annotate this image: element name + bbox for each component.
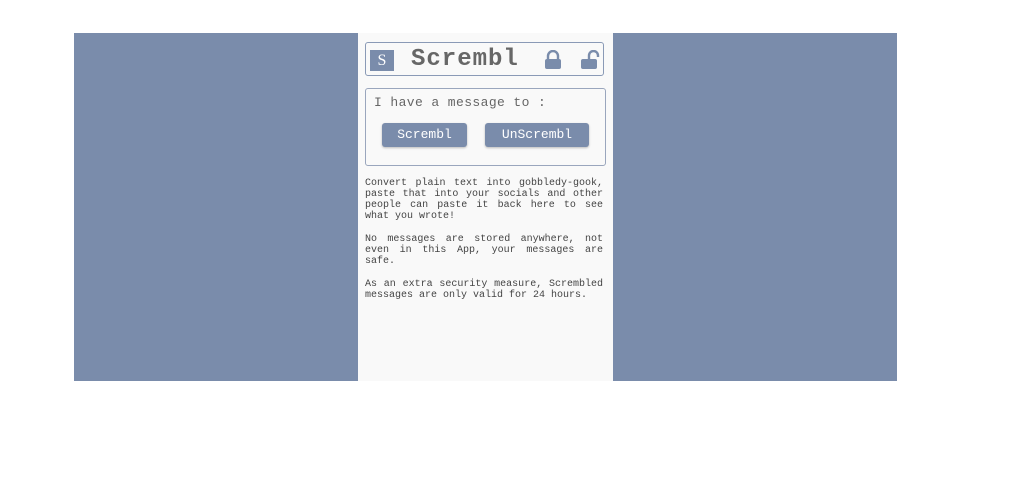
unlock-icon[interactable] bbox=[580, 50, 600, 70]
action-card: I have a message to : Scrembl UnScrembl bbox=[365, 88, 606, 166]
main-panel: S Scrembl I have a message to : Scrembl … bbox=[358, 33, 613, 381]
app-header: S Scrembl bbox=[365, 42, 604, 76]
scrembl-button[interactable]: Scrembl bbox=[382, 123, 467, 147]
info-paragraph-convert: Convert plain text into gobbledy-gook, p… bbox=[365, 178, 603, 222]
app-title: Scrembl bbox=[411, 46, 519, 73]
prompt-text: I have a message to : bbox=[374, 95, 547, 110]
lock-icon[interactable] bbox=[543, 50, 563, 70]
app-logo: S bbox=[370, 50, 394, 71]
unscrembl-button[interactable]: UnScrembl bbox=[485, 123, 589, 147]
info-paragraph-security: As an extra security measure, Scrembled … bbox=[365, 279, 603, 301]
info-paragraph-storage: No messages are stored anywhere, not eve… bbox=[365, 234, 603, 267]
app-background: S Scrembl I have a message to : Scrembl … bbox=[74, 33, 897, 381]
info-text: Convert plain text into gobbledy-gook, p… bbox=[365, 178, 603, 313]
